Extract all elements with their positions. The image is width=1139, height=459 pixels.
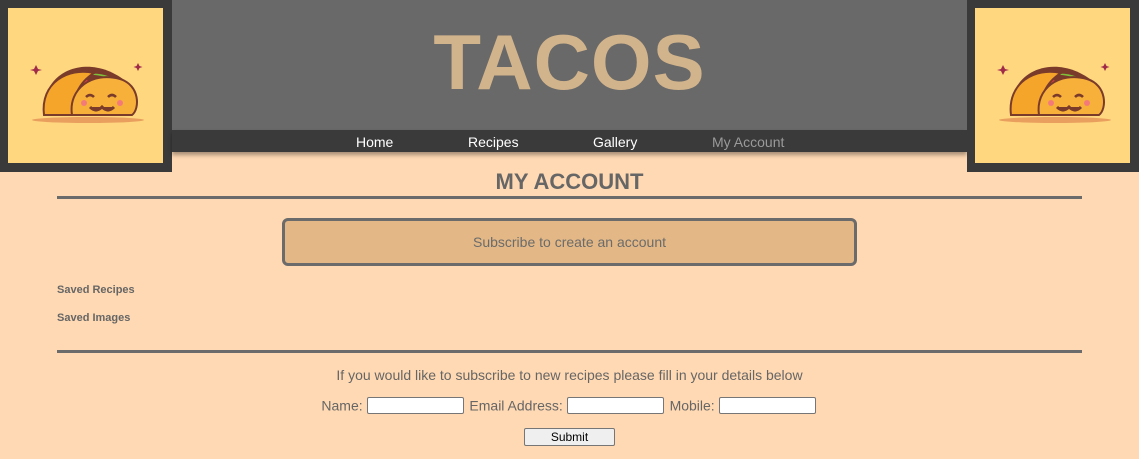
saved-recipes-label[interactable]: Saved Recipes [57, 283, 135, 297]
email-label: Email Address: [469, 397, 563, 414]
name-input[interactable] [366, 396, 464, 414]
site-title: TACOS [433, 18, 706, 106]
mobile-label: Mobile: [669, 397, 715, 414]
submit-button[interactable]: Submit [524, 428, 615, 446]
header: TACOS [172, 0, 967, 130]
subscribe-prompt-box: Subscribe to create an account [282, 218, 857, 266]
divider-bottom [57, 350, 1082, 353]
taco-icon [997, 63, 1111, 123]
logo-left-background [8, 8, 163, 163]
subscribe-form: Name: Email Address: Mobile: [0, 395, 1139, 414]
page: TACOS Home Recipes Gallery My Account MY… [0, 0, 1139, 459]
nav-my-account-link[interactable]: My Account [712, 134, 784, 150]
divider-top [57, 196, 1082, 199]
logo-left [0, 0, 172, 172]
nav-recipes-link[interactable]: Recipes [468, 134, 519, 150]
subscribe-intro-text: If you would like to subscribe to new re… [336, 367, 803, 383]
email-input[interactable] [566, 396, 664, 414]
taco-icon [30, 63, 144, 123]
nav-home-link[interactable]: Home [356, 134, 393, 150]
page-heading: MY ACCOUNT [495, 169, 644, 194]
mobile-input[interactable] [718, 396, 816, 414]
saved-images-label[interactable]: Saved Images [57, 311, 130, 325]
main-nav: Home Recipes Gallery My Account [172, 130, 967, 152]
logo-right-background [975, 8, 1130, 163]
nav-gallery-link[interactable]: Gallery [593, 134, 637, 150]
logo-right [967, 0, 1139, 172]
name-label: Name: [321, 397, 363, 414]
